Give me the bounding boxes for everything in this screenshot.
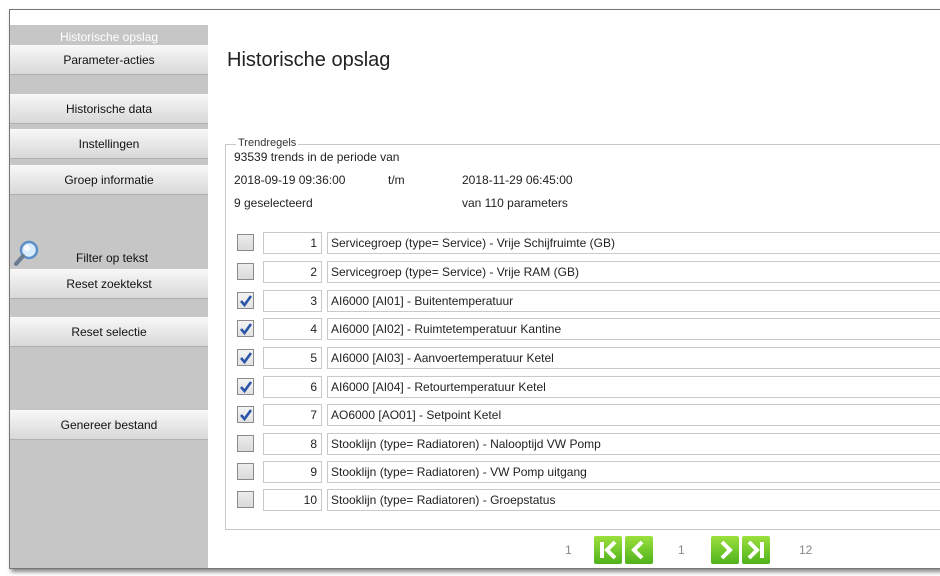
- row-checkbox[interactable]: [237, 292, 254, 309]
- reset-selectie-button[interactable]: Reset selectie: [10, 317, 208, 347]
- sidebar: Historische opslag Parameter-acties Hist…: [10, 25, 208, 568]
- page-title: Historische opslag: [227, 49, 391, 71]
- previous-page-button[interactable]: [625, 536, 653, 564]
- historische-data-button[interactable]: Historische data: [10, 94, 208, 124]
- table-row: 10 Stooklijn (type= Radiatoren) - Groepst…: [235, 489, 940, 511]
- selected-count: 9 geselecteerd: [234, 196, 313, 210]
- table-row: 6 AI6000 [AI04] - Retourtemperatuur Ketel: [235, 376, 940, 398]
- next-page-button[interactable]: [711, 536, 739, 564]
- row-parameter-name: AO6000 [AO01] - Setpoint Ketel: [327, 404, 940, 426]
- checkmark-icon: [240, 352, 253, 365]
- table-row: 4 AI6000 [AI02] - Ruimtetemperatuur Kanti…: [235, 318, 940, 340]
- magnifier-icon: [14, 240, 39, 266]
- checkmark-icon: [240, 323, 253, 336]
- row-parameter-name: AI6000 [AI04] - Retourtemperatuur Ketel: [327, 376, 940, 398]
- sidebar-header: Historische opslag: [59, 30, 159, 44]
- row-checkbox[interactable]: [237, 406, 254, 423]
- row-checkbox[interactable]: [237, 435, 254, 452]
- table-row: 3 AI6000 [AI01] - Buitentemperatuur: [235, 290, 940, 312]
- row-parameter-name: Stooklijn (type= Radiatoren) - Nalooptij…: [327, 433, 940, 455]
- table-row: 8 Stooklijn (type= Radiatoren) - Naloopti…: [235, 433, 940, 455]
- last-page-icon: [747, 540, 764, 560]
- last-page-number[interactable]: 12: [799, 543, 812, 557]
- row-parameter-name: Servicegroep (type= Service) - Vrije Sch…: [327, 232, 940, 254]
- row-checkbox[interactable]: [237, 263, 254, 280]
- table-row: 1 Servicegroep (type= Service) - Vrije Sc…: [235, 232, 940, 254]
- current-page-number: 1: [678, 543, 685, 557]
- period-end: 2018-11-29 06:45:00: [462, 173, 573, 187]
- row-parameter-name: AI6000 [AI01] - Buitentemperatuur: [327, 290, 940, 312]
- row-parameter-name: Servicegroep (type= Service) - Vrije RAM…: [327, 261, 940, 283]
- row-checkbox[interactable]: [237, 463, 254, 480]
- row-parameter-name: Stooklijn (type= Radiatoren) - Groepstat…: [327, 489, 940, 511]
- row-number: 3: [263, 290, 322, 312]
- row-number: 7: [263, 404, 322, 426]
- last-page-button[interactable]: [742, 536, 770, 564]
- row-checkbox[interactable]: [237, 349, 254, 366]
- first-page-number[interactable]: 1: [565, 543, 572, 557]
- reset-zoektekst-button[interactable]: Reset zoektekst: [10, 269, 208, 299]
- filter-op-tekst-button[interactable]: Filter op tekst: [10, 234, 208, 270]
- row-parameter-name: AI6000 [AI02] - Ruimtetemperatuur Kantin…: [327, 318, 940, 340]
- previous-page-icon: [631, 540, 644, 560]
- row-checkbox[interactable]: [237, 234, 254, 251]
- row-parameter-name: Stooklijn (type= Radiatoren) - VW Pomp u…: [327, 461, 940, 483]
- checkmark-icon: [240, 409, 253, 422]
- first-page-button[interactable]: [594, 536, 622, 564]
- table-row: 5 AI6000 [AI03] - Aanvoertemperatuur Kete…: [235, 347, 940, 369]
- row-number: 4: [263, 318, 322, 340]
- next-page-icon: [720, 540, 733, 560]
- row-number: 5: [263, 347, 322, 369]
- trendregels-legend: Trendregels: [236, 137, 299, 149]
- instellingen-button[interactable]: Instellingen: [10, 129, 208, 159]
- row-number: 6: [263, 376, 322, 398]
- table-row: 2 Servicegroep (type= Service) - Vrije RA…: [235, 261, 940, 283]
- trend-summary: 93539 trends in de periode van: [234, 150, 400, 164]
- groep-informatie-button[interactable]: Groep informatie: [10, 165, 208, 195]
- row-number: 8: [263, 433, 322, 455]
- parameter-acties-button[interactable]: Parameter-acties: [10, 45, 208, 75]
- parameter-total: van 110 parameters: [462, 196, 568, 210]
- table-row: 9 Stooklijn (type= Radiatoren) - VW Pomp …: [235, 461, 940, 483]
- period-start: 2018-09-19 09:36:00: [234, 173, 346, 187]
- table-row: 7 AO6000 [AO01] - Setpoint Ketel: [235, 404, 940, 426]
- row-number: 2: [263, 261, 322, 283]
- row-number: 1: [263, 232, 322, 254]
- row-number: 9: [263, 461, 322, 483]
- row-checkbox[interactable]: [237, 491, 254, 508]
- trendregels-group: Trendregels 93539 trends in de periode v…: [225, 137, 940, 530]
- checkmark-icon: [240, 295, 253, 308]
- main-panel: Historische opslag Trendregels 93539 tre…: [208, 10, 940, 567]
- genereer-bestand-button[interactable]: Genereer bestand: [10, 410, 208, 440]
- row-number: 10: [263, 489, 322, 511]
- row-checkbox[interactable]: [237, 378, 254, 395]
- row-checkbox[interactable]: [237, 320, 254, 337]
- filter-op-tekst-label: Filter op tekst: [76, 251, 149, 265]
- row-parameter-name: AI6000 [AI03] - Aanvoertemperatuur Ketel: [327, 347, 940, 369]
- checkmark-icon: [240, 381, 253, 394]
- first-page-icon: [600, 540, 617, 560]
- period-tm: t/m: [388, 173, 405, 187]
